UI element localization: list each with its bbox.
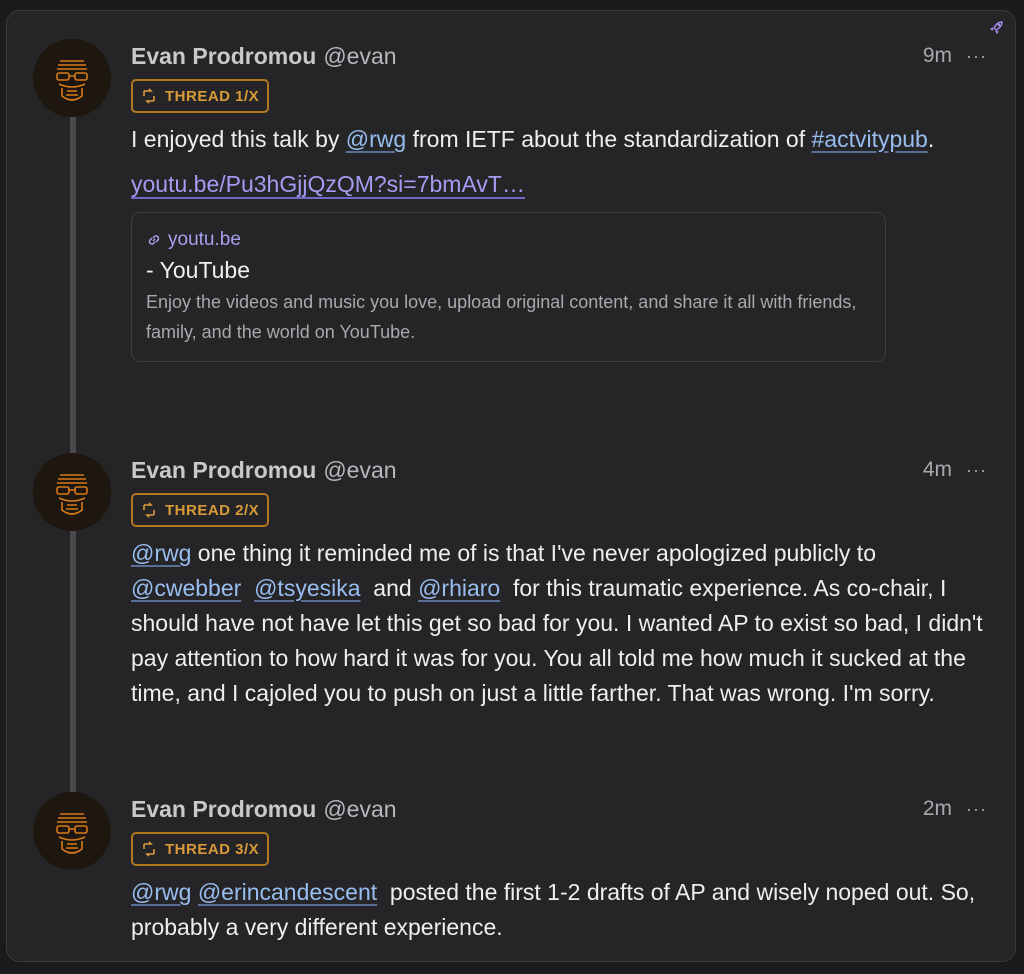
external-link[interactable]: youtu.be/Pu3hGjjQzQM?si=7bmAvT… — [131, 171, 987, 198]
preview-title: - YouTube — [146, 257, 251, 283]
mention-link[interactable]: @rwg — [346, 126, 406, 152]
avatar-image — [33, 39, 111, 117]
more-options-icon[interactable]: ··· — [966, 460, 987, 481]
post-time[interactable]: 4m — [923, 458, 952, 482]
preview-description: Enjoy the videos and music you love, upl… — [146, 292, 857, 342]
avatar[interactable] — [33, 39, 111, 117]
hashtag-link[interactable]: #actvitypub — [811, 126, 927, 152]
link-preview-card[interactable]: youtu.be - YouTube Enjoy the videos and … — [131, 212, 886, 362]
thread-icon — [143, 502, 155, 518]
avatar-image — [33, 792, 111, 870]
text-segment: and — [366, 575, 419, 601]
preview-domain-label: youtu.be — [168, 229, 241, 250]
post-text: @rwg @erincandescent posted the first 1-… — [131, 875, 987, 945]
mention-link[interactable]: @rhiaro — [418, 575, 500, 601]
post-text: I enjoyed this talk by @rwg from IETF ab… — [131, 122, 987, 157]
avatar[interactable] — [33, 792, 111, 870]
mention-link[interactable]: @cwebber — [131, 575, 241, 601]
avatar[interactable] — [33, 453, 111, 531]
more-options-icon[interactable]: ··· — [966, 799, 987, 820]
thread-badge-label: THREAD 1/X — [165, 87, 260, 105]
text-segment: . — [927, 126, 935, 152]
author-name[interactable]: Evan Prodromou — [131, 457, 316, 484]
post-time[interactable]: 2m — [923, 797, 952, 821]
thread-icon — [143, 88, 155, 104]
preview-domain: youtu.be — [146, 229, 871, 251]
text-segment: from IETF about the standardization of — [406, 126, 812, 152]
mention-link[interactable]: @tsyesika — [254, 575, 360, 601]
author-name[interactable]: Evan Prodromou — [131, 796, 316, 823]
text-segment: one thing it reminded me of is that I've… — [191, 540, 876, 566]
thread-badge-label: THREAD 3/X — [165, 840, 260, 858]
thread-badge: THREAD 1/X — [131, 79, 270, 113]
avatar-image — [33, 453, 111, 531]
post-text: @rwg one thing it reminded me of is that… — [131, 536, 987, 711]
thread-card: Evan Prodromou @evan 9m ··· THREAD 1/X I… — [6, 10, 1016, 962]
author-handle[interactable]: @evan — [323, 457, 396, 484]
thread-badge: THREAD 3/X — [131, 832, 270, 866]
thread-icon — [143, 841, 155, 857]
link-icon — [148, 235, 160, 245]
thread-badge: THREAD 2/X — [131, 493, 270, 527]
mention-link[interactable]: @rwg — [131, 540, 191, 566]
mention-link[interactable]: @rwg — [131, 879, 191, 905]
author-name[interactable]: Evan Prodromou — [131, 43, 316, 70]
rocket-icon — [989, 19, 1005, 40]
mention-link[interactable]: @erincandescent — [198, 879, 377, 905]
author-handle[interactable]: @evan — [323, 43, 396, 70]
text-segment: I enjoyed this talk by — [131, 126, 346, 152]
thread-badge-label: THREAD 2/X — [165, 501, 260, 519]
more-options-icon[interactable]: ··· — [966, 46, 987, 67]
author-handle[interactable]: @evan — [323, 796, 396, 823]
post-time[interactable]: 9m — [923, 44, 952, 68]
